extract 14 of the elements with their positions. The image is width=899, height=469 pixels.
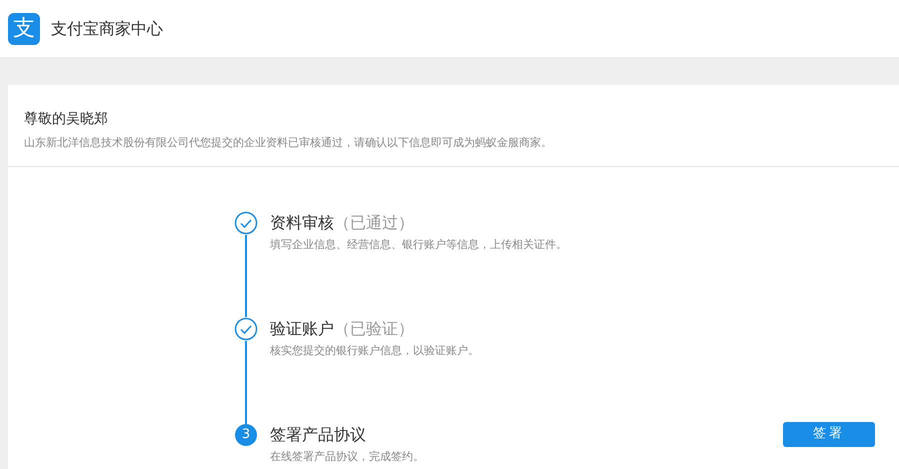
step-number: 3 xyxy=(235,424,257,446)
step-title: 资料审核 xyxy=(270,212,334,234)
greeting-title: 尊敬的吴晓郑 xyxy=(24,110,109,129)
step-title: 验证账户 xyxy=(270,318,334,340)
step-description: 核实您提交的银行账户信息，以验证账户。 xyxy=(270,342,480,358)
sign-button[interactable]: 签署 xyxy=(783,422,875,446)
greeting-message: 山东新北洋信息技术股份有限公司代您提交的企业资料已审核通过，请确认以下信息即可成为蚂蚁金服商家。 xyxy=(24,135,553,151)
step-status: （已验证） xyxy=(334,318,414,340)
site-title: 支付宝商家中心 xyxy=(51,18,163,40)
step-description: 在线签署产品协议，完成签约。 xyxy=(270,448,425,464)
step-description: 填写企业信息、经营信息、银行账户等信息，上传相关证件。 xyxy=(270,236,568,252)
logo-icon: 支 xyxy=(8,12,40,44)
step-title: 签署产品协议 xyxy=(270,424,366,446)
step-status: （已通过） xyxy=(334,212,414,234)
